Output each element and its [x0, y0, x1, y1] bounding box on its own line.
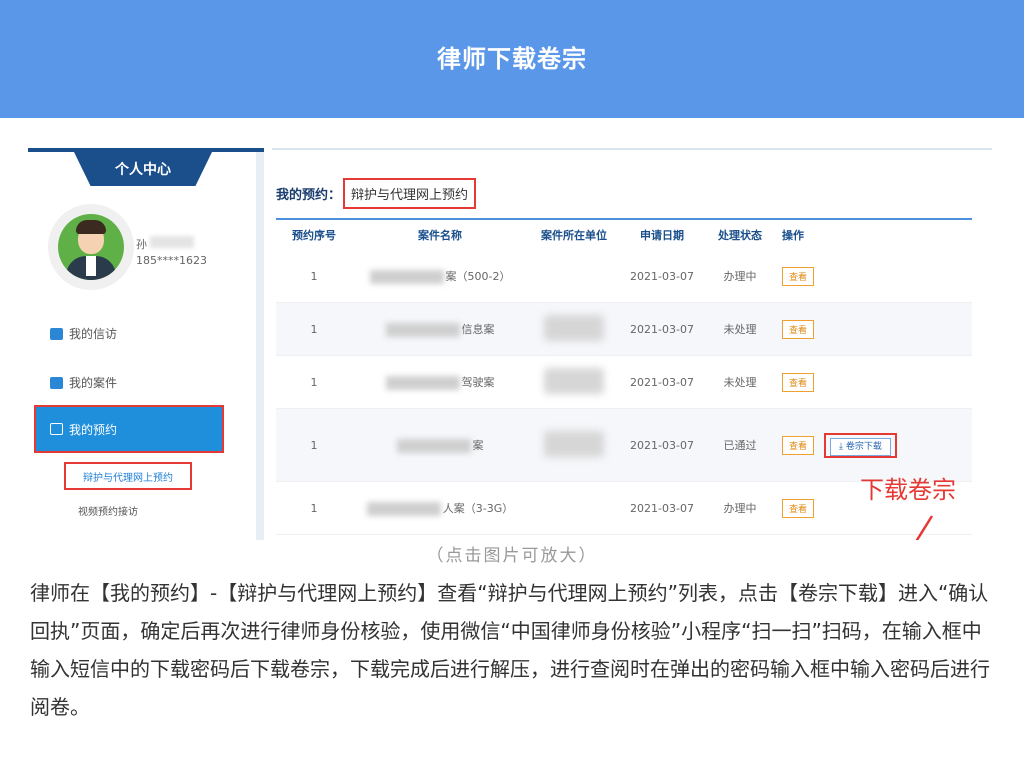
status: 已通过 [723, 439, 757, 452]
sidebar-item-label: 我的案件 [69, 376, 118, 390]
column-header: 预约序号 [292, 229, 336, 242]
page-title: 律师下载卷宗 [437, 44, 587, 73]
sidebar-item-label: 我的预约 [69, 422, 118, 437]
column-header: 案件名称 [418, 229, 462, 242]
calendar-icon [50, 423, 63, 435]
case-icon [50, 376, 63, 389]
avatar-image [58, 214, 124, 280]
apply-date: 2021-03-07 [630, 501, 694, 515]
view-button[interactable]: 查看 [782, 372, 815, 392]
table-header: 预约序号 案件名称 案件所在单位 申请日期 处理状态 操作 [276, 218, 972, 250]
sidebar-subitem-video-appointment[interactable]: 视频预约接访 [78, 503, 138, 518]
status: 未处理 [723, 323, 757, 336]
main-top-divider [272, 148, 992, 150]
case-name: 信息案 [352, 321, 528, 337]
sidebar: 个人中心 孙 185****1623 我的信访 我的案件 我的预约 辩护与代理网… [28, 148, 264, 540]
case-unit-redacted [544, 314, 604, 341]
apply-date: 2021-03-07 [630, 322, 694, 336]
column-header: 申请日期 [640, 229, 684, 242]
column-header: 操作 [782, 229, 804, 242]
table-row: 1 案（500-2） 2021-03-07 办理中 查看 [276, 250, 972, 303]
status: 办理中 [723, 270, 757, 283]
table-row: 1 信息案 2021-03-07 未处理 查看 [276, 303, 972, 356]
download-file-button[interactable]: ⤓ 卷宗下载 [830, 437, 891, 456]
case-name-redacted [369, 270, 444, 284]
description-paragraph: 律师在【我的预约】-【辩护与代理网上预约】查看“辩护与代理网上预约”列表，点击【… [30, 581, 990, 719]
row-number: 1 [310, 501, 318, 515]
image-caption: （点击图片可放大） [426, 546, 598, 566]
status: 办理中 [723, 502, 757, 515]
avatar [48, 204, 134, 290]
view-button[interactable]: 查看 [782, 435, 815, 455]
petition-icon [50, 327, 63, 340]
row-number: 1 [310, 375, 318, 389]
case-unit [528, 430, 620, 460]
actions: 查看 [776, 372, 972, 392]
screenshot-image[interactable]: 个人中心 孙 185****1623 我的信访 我的案件 我的预约 辩护与代理网… [28, 148, 992, 540]
apply-date: 2021-03-07 [630, 375, 694, 389]
apply-date: 2021-03-07 [630, 438, 694, 452]
row-number: 1 [310, 269, 318, 283]
annotation-arrow-icon [915, 515, 934, 540]
breadcrumb-label: 我的预约： [276, 188, 342, 203]
sidebar-top-bar [28, 148, 264, 152]
row-number: 1 [310, 322, 318, 336]
case-unit-redacted [544, 367, 604, 394]
case-unit-redacted [544, 430, 604, 457]
actions: 查看 ⤓ 卷宗下载 [776, 432, 972, 458]
breadcrumb: 我的预约： 辩护与代理网上预约 [276, 178, 477, 209]
sidebar-item-petitions[interactable]: 我的信访 [50, 325, 117, 342]
case-unit [528, 367, 620, 397]
case-name-redacted [385, 323, 460, 337]
status: 未处理 [723, 376, 757, 389]
user-phone: 185****1623 [136, 254, 207, 267]
apply-date: 2021-03-07 [630, 269, 694, 283]
column-header: 处理状态 [718, 229, 762, 242]
case-name: 案（500-2） [352, 268, 528, 284]
view-button[interactable]: 查看 [782, 498, 815, 518]
row-number: 1 [310, 438, 318, 452]
sidebar-item-appointments[interactable]: 我的预约 [34, 405, 224, 453]
actions: 查看 [776, 319, 972, 339]
view-button[interactable]: 查看 [782, 319, 815, 339]
case-name-redacted [396, 439, 471, 453]
case-name-redacted [366, 502, 441, 516]
page-header: 律师下载卷宗 [0, 0, 1024, 118]
case-name-redacted [385, 376, 460, 390]
breadcrumb-link[interactable]: 辩护与代理网上预约 [343, 178, 477, 209]
column-header: 案件所在单位 [541, 229, 607, 242]
view-button[interactable]: 查看 [782, 266, 815, 286]
user-name-redacted [150, 236, 194, 248]
download-annotation-label: 下载卷宗 [860, 476, 956, 504]
user-name: 孙 [136, 238, 147, 251]
case-name: 案 [352, 437, 528, 453]
personal-center-banner: 个人中心 [74, 152, 212, 186]
case-name: 人案（3-3G） [352, 500, 528, 516]
case-name: 驾驶案 [352, 374, 528, 390]
sidebar-subitem-online-appointment[interactable]: 辩护与代理网上预约 [64, 462, 192, 490]
table-row: 1 驾驶案 2021-03-07 未处理 查看 [276, 356, 972, 409]
sidebar-item-label: 我的信访 [69, 327, 118, 341]
download-highlight: ⤓ 卷宗下载 [824, 432, 897, 458]
sidebar-item-cases[interactable]: 我的案件 [50, 374, 117, 391]
case-unit [528, 314, 620, 344]
actions: 查看 [776, 266, 972, 286]
